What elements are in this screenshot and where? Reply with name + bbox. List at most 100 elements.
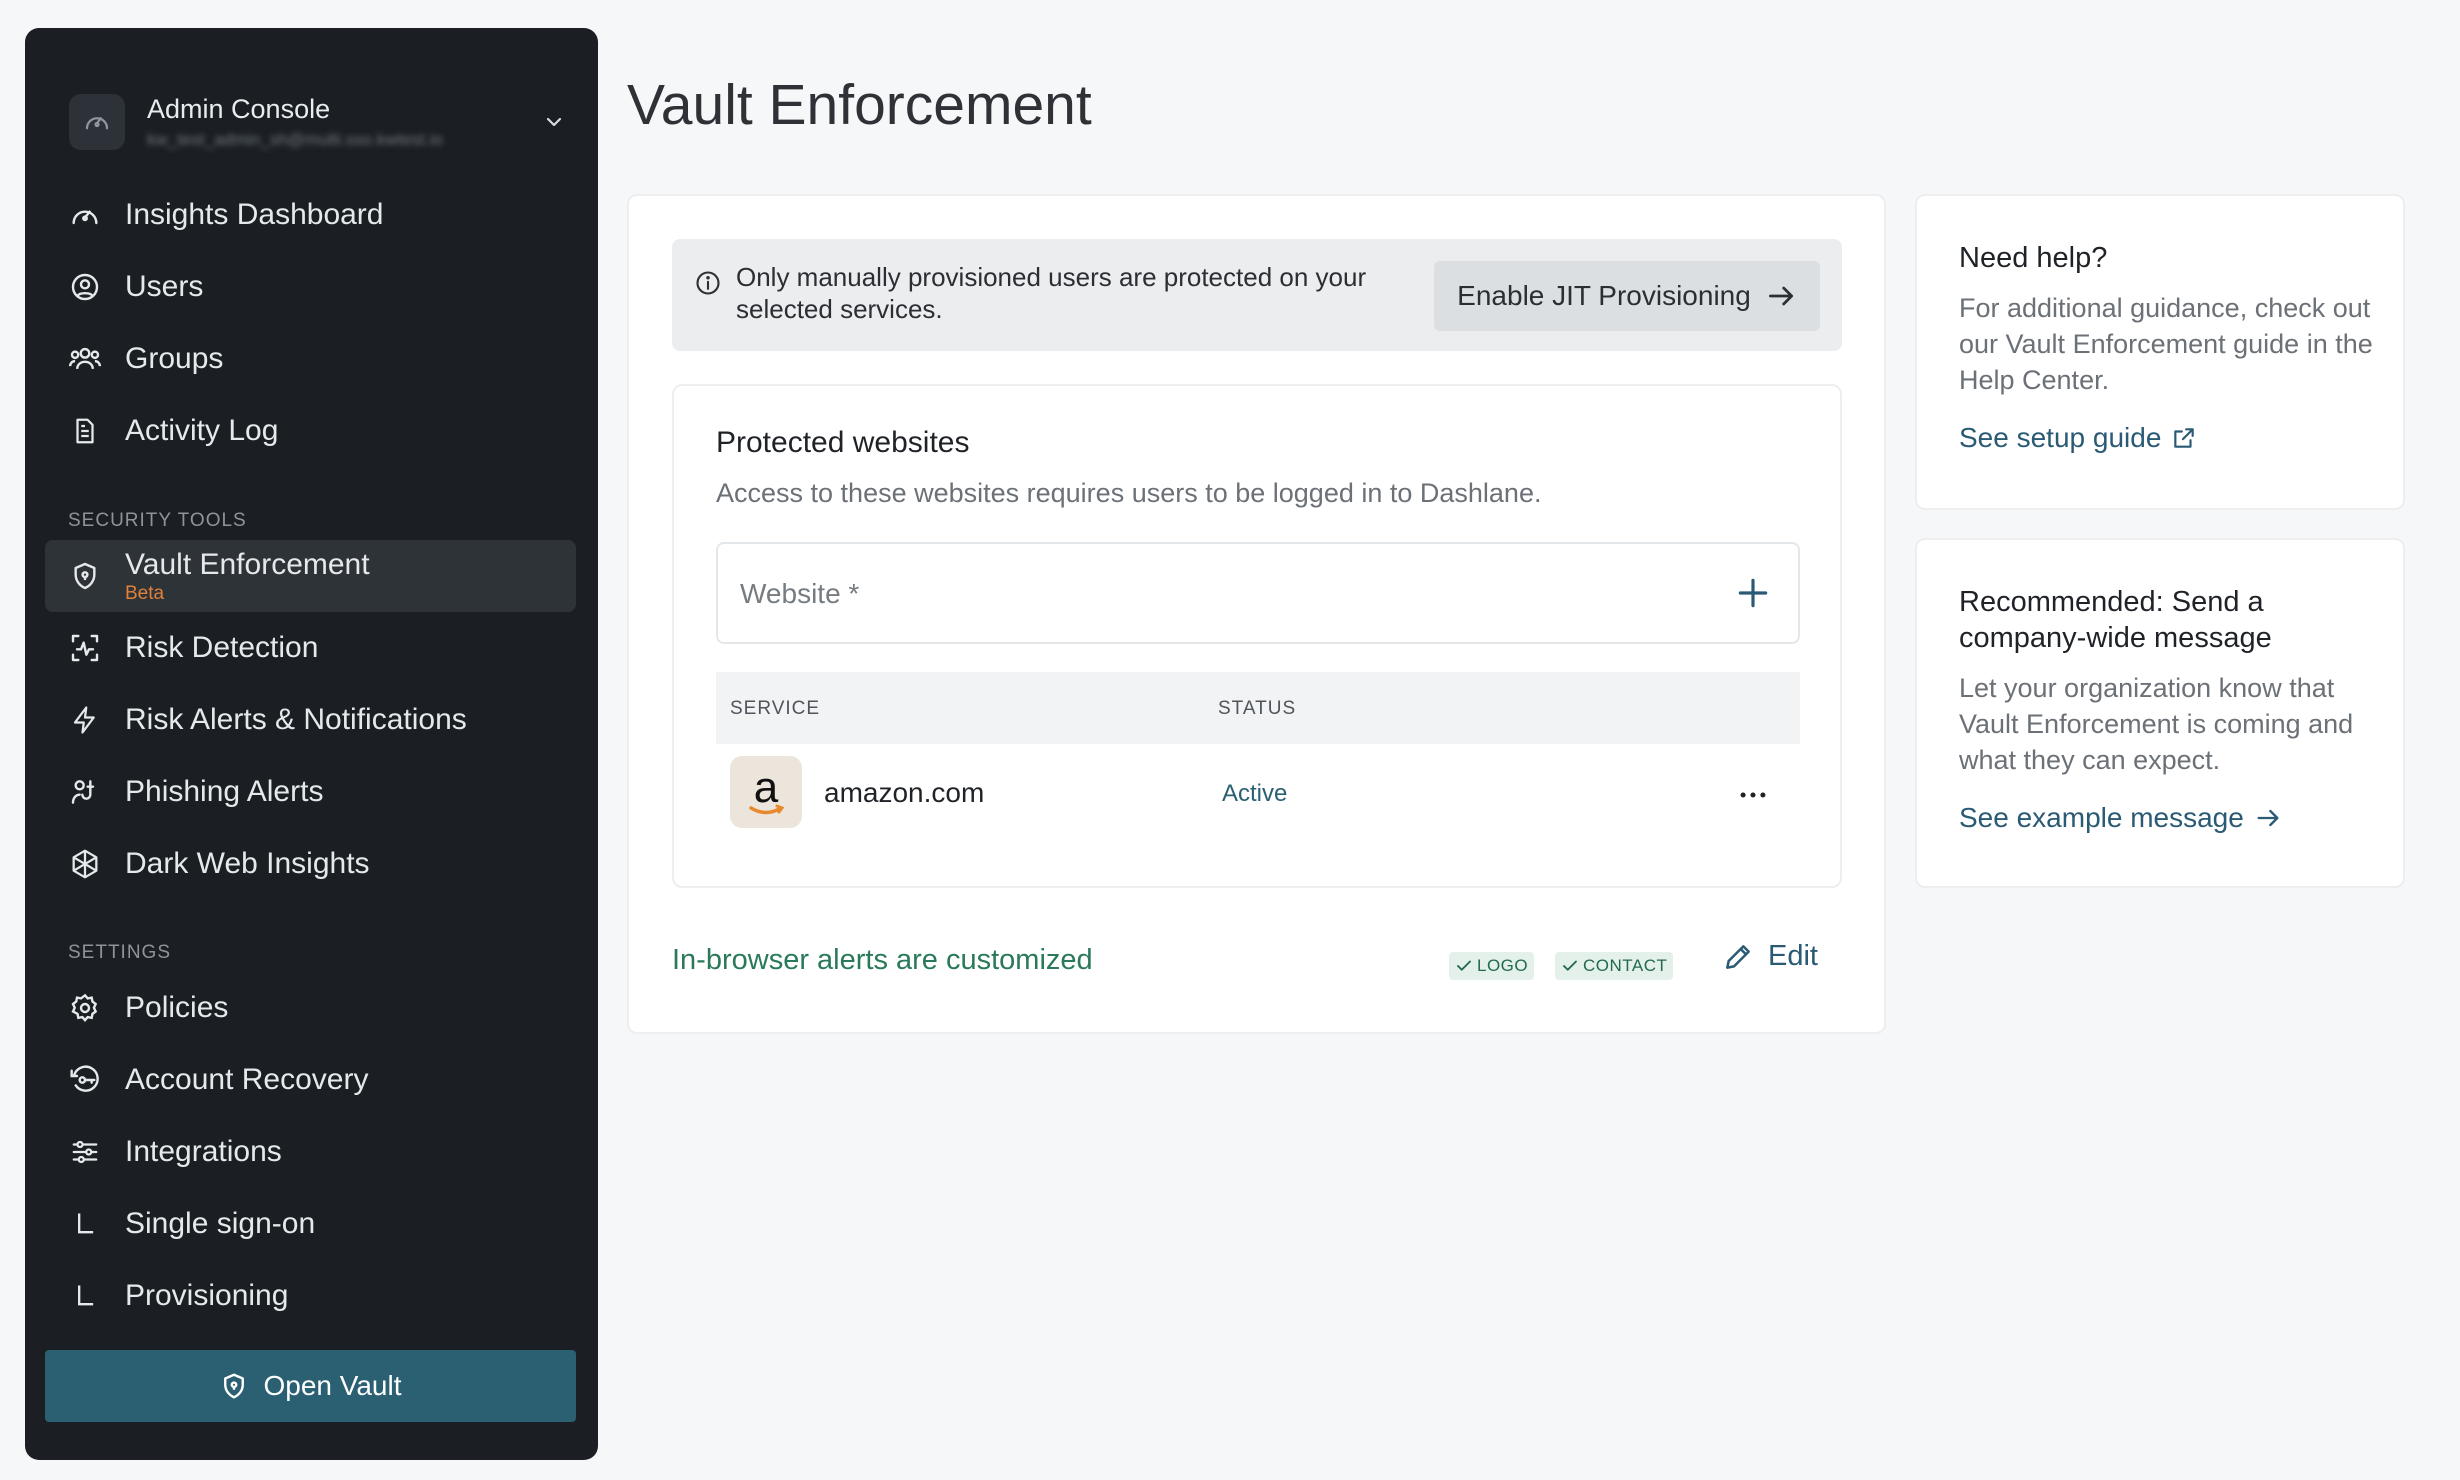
- status-badge: Active: [1222, 780, 1288, 807]
- logo-badge: LOGO: [1449, 952, 1535, 980]
- help-card-title: Need help?: [1959, 242, 2108, 274]
- recommendation-card-title: Recommended: Send a company-wide message: [1959, 586, 2272, 654]
- info-icon: [694, 269, 722, 297]
- groups-icon: [67, 341, 103, 377]
- section-title-settings: SETTINGS: [68, 942, 172, 963]
- user-circle-icon: [67, 269, 103, 305]
- website-input-field: [716, 542, 1800, 644]
- dark-web-icon: [67, 846, 103, 882]
- open-vault-label: Open Vault: [263, 1370, 402, 1401]
- nav-policies[interactable]: Policies: [45, 976, 576, 1040]
- arrow-right-icon: [1751, 280, 1797, 312]
- protected-websites-card: Protected websites Access to these websi…: [672, 384, 1842, 888]
- nav-label: Account Recovery: [125, 1063, 369, 1096]
- console-switcher[interactable]: Admin Console kw_test_admin_sh@multi.sso…: [69, 66, 574, 178]
- nav-label: Single sign-on: [125, 1207, 316, 1240]
- dashboard-icon: [67, 197, 103, 233]
- console-title: Admin Console: [147, 94, 331, 124]
- shield-icon: [67, 558, 103, 594]
- nav-label: Integrations: [125, 1135, 282, 1168]
- dashboard-icon: [69, 94, 125, 150]
- nav-label: Insights Dashboard: [125, 198, 384, 231]
- nav-users[interactable]: Users: [45, 255, 576, 319]
- edit-label: Edit: [1768, 940, 1818, 972]
- nav-risk-alerts[interactable]: Risk Alerts & Notifications: [45, 688, 576, 752]
- nav-integrations[interactable]: Integrations: [45, 1120, 576, 1184]
- open-vault-button[interactable]: Open Vault: [45, 1350, 576, 1422]
- jit-banner: Only manually provisioned users are prot…: [672, 239, 1842, 351]
- nav-label: Activity Log: [125, 414, 279, 447]
- banner-text: Only manually provisioned users are prot…: [736, 262, 1367, 324]
- nav-dark-web-insights[interactable]: Dark Web Insights: [45, 832, 576, 896]
- see-setup-guide-link[interactable]: See setup guide: [1959, 422, 2197, 454]
- nav-risk-detection[interactable]: Risk Detection: [45, 616, 576, 680]
- jit-button-label: Enable JIT Provisioning: [1457, 280, 1751, 311]
- sub-item-icon: [67, 1278, 103, 1314]
- phishing-icon: [67, 774, 103, 810]
- risk-detection-icon: [67, 630, 103, 666]
- beta-badge: Beta: [125, 583, 165, 604]
- lightning-icon: [67, 702, 103, 738]
- more-options-icon[interactable]: [1736, 778, 1770, 812]
- nav-label: Users: [125, 270, 204, 303]
- plus-icon[interactable]: [1734, 574, 1772, 612]
- nav-label: Vault Enforcement: [125, 548, 370, 581]
- example-message-label: See example message: [1959, 802, 2244, 833]
- protected-websites-title: Protected websites: [716, 426, 970, 459]
- see-example-message-link[interactable]: See example message: [1959, 802, 2282, 834]
- nav-label: Risk Alerts & Notifications: [125, 703, 467, 736]
- badge-label: CONTACT: [1583, 956, 1668, 975]
- nav-label: Groups: [125, 342, 224, 375]
- sliders-icon: [67, 1134, 103, 1170]
- column-header-status: STATUS: [1218, 698, 1297, 719]
- in-browser-alerts-row: In-browser alerts are customized LOGO CO…: [672, 932, 1842, 992]
- section-title-security-tools: SECURITY TOOLS: [68, 510, 247, 531]
- shield-icon: [219, 1371, 249, 1401]
- arrow-right-icon: [2244, 804, 2282, 832]
- nav-provisioning[interactable]: Provisioning: [45, 1264, 576, 1328]
- nav-groups[interactable]: Groups: [45, 327, 576, 391]
- setup-guide-label: See setup guide: [1959, 422, 2162, 453]
- nav-label: Dark Web Insights: [125, 847, 370, 880]
- badge-label: LOGO: [1477, 956, 1529, 975]
- help-card-text: For additional guidance, check out our V…: [1959, 293, 2373, 395]
- sidebar: Admin Console kw_test_admin_sh@multi.sso…: [25, 28, 598, 1460]
- sub-item-icon: [67, 1206, 103, 1242]
- nav-vault-enforcement[interactable]: Vault Enforcement Beta: [45, 540, 576, 612]
- contact-badge: CONTACT: [1555, 952, 1674, 980]
- column-header-service: SERVICE: [730, 698, 821, 719]
- nav-label: Risk Detection: [125, 631, 319, 664]
- help-card: Need help? For additional guidance, chec…: [1915, 194, 2405, 510]
- edit-button[interactable]: Edit: [1722, 940, 1818, 973]
- nav-activity-log[interactable]: Activity Log: [45, 399, 576, 463]
- checkmark-icon: [1457, 960, 1471, 971]
- vault-enforcement-card: Only manually provisioned users are prot…: [627, 194, 1886, 1034]
- nav-phishing-alerts[interactable]: Phishing Alerts: [45, 760, 576, 824]
- nav-label: Provisioning: [125, 1279, 289, 1312]
- key-recovery-icon: [67, 1062, 103, 1098]
- checkmark-icon: [1563, 960, 1577, 971]
- gear-icon: [67, 990, 103, 1026]
- table-header: SERVICE STATUS: [716, 672, 1800, 744]
- protected-websites-description: Access to these websites requires users …: [716, 478, 1542, 508]
- table-row: a amazon.com Active: [716, 744, 1800, 846]
- amazon-logo: a: [730, 756, 802, 828]
- nav-single-sign-on[interactable]: Single sign-on: [45, 1192, 576, 1256]
- amazon-logo-letter: a: [754, 763, 779, 812]
- enable-jit-provisioning-button[interactable]: Enable JIT Provisioning: [1434, 261, 1820, 331]
- pencil-icon: [1726, 944, 1750, 969]
- website-input[interactable]: [738, 544, 1642, 644]
- recommendation-card: Recommended: Send a company-wide message…: [1915, 538, 2405, 888]
- document-icon: [67, 413, 103, 449]
- external-link-icon: [2161, 425, 2197, 451]
- chevron-down-icon[interactable]: [534, 110, 574, 134]
- nav-insights-dashboard[interactable]: Insights Dashboard: [45, 183, 576, 247]
- nav-label: Phishing Alerts: [125, 775, 324, 808]
- nav-account-recovery[interactable]: Account Recovery: [45, 1048, 576, 1112]
- service-name: amazon.com: [824, 777, 985, 808]
- recommendation-card-text: Let your organization know that Vault En…: [1959, 673, 2354, 775]
- in-browser-alerts-link[interactable]: In-browser alerts are customized: [672, 944, 1093, 977]
- page-title: Vault Enforcement: [627, 73, 1092, 137]
- nav-label: Policies: [125, 991, 229, 1024]
- console-account-email: kw_test_admin_sh@multi.sso.kwtest.io: [147, 130, 443, 149]
